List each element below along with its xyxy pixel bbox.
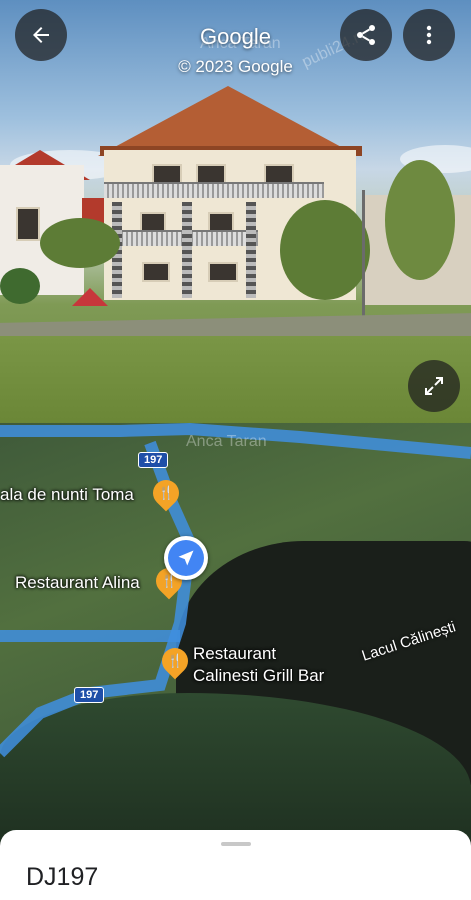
hedge	[0, 268, 40, 304]
bottom-sheet[interactable]: DJ197	[0, 830, 471, 900]
tree	[280, 200, 370, 300]
more-options-button[interactable]	[403, 9, 455, 61]
copyright-text: © 2023 Google	[178, 57, 293, 76]
fork-knife-icon: 🍴	[157, 485, 175, 500]
tree	[40, 218, 120, 268]
map-watermark: Anca Taran	[186, 433, 267, 450]
poi-label[interactable]: Calinesti Grill Bar	[193, 666, 324, 686]
poi-label[interactable]: Restaurant Alina	[15, 573, 140, 593]
arrow-left-icon	[33, 27, 49, 43]
share-button[interactable]	[340, 9, 392, 61]
street-view-panel[interactable]: Anca Taran publi24.ro Google © 2023 Goog…	[0, 0, 471, 423]
satellite-map[interactable]: Anca Taran 197 197 ala de nunti Toma 🍴 R…	[0, 423, 471, 843]
share-icon	[357, 25, 375, 45]
grass	[0, 336, 471, 423]
tent	[72, 288, 108, 306]
page-title: Google	[200, 24, 271, 49]
tree	[385, 160, 455, 280]
road-shield: 197	[74, 687, 105, 703]
poi-label[interactable]: Restaurant	[193, 644, 276, 664]
poi-label[interactable]: ala de nunti Toma	[0, 485, 134, 505]
drag-handle[interactable]	[221, 842, 251, 846]
road-shield: 197	[138, 452, 169, 468]
fork-knife-icon: 🍴	[166, 653, 184, 668]
navigation-arrow-icon	[178, 550, 194, 566]
back-button[interactable]	[15, 9, 67, 61]
expand-icon	[425, 377, 443, 395]
current-location-marker[interactable]	[164, 536, 208, 580]
more-vert-icon	[426, 25, 432, 45]
expand-button[interactable]	[408, 360, 460, 412]
road-name: DJ197	[26, 863, 99, 891]
